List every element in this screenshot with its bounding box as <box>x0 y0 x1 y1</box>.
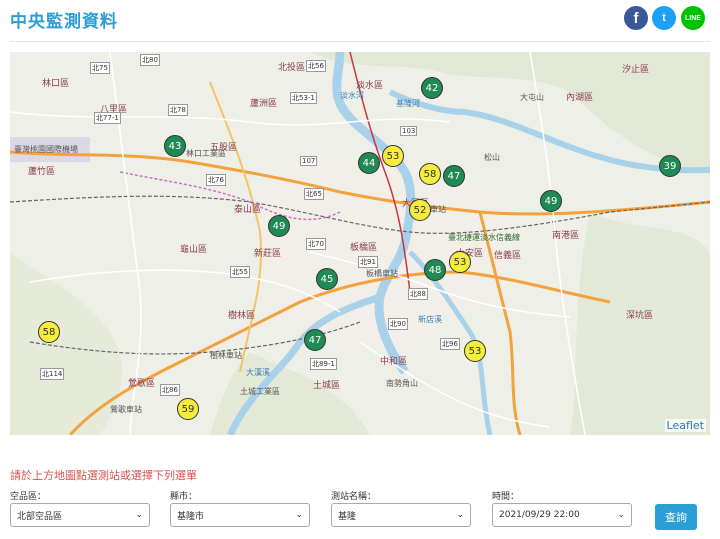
time-select[interactable]: 2021/09/29 22:00 ⌄ <box>492 503 632 527</box>
place-label: 臺北捷運淡水信義線 <box>448 233 520 242</box>
station-marker[interactable]: 48 <box>424 259 446 281</box>
station-marker[interactable]: 45 <box>316 268 338 290</box>
district-label: 汐止區 <box>622 65 650 75</box>
road-shield: 北80 <box>140 54 160 66</box>
district-label: 土城區 <box>313 381 341 391</box>
district-label: 林口區 <box>42 79 70 89</box>
district-label: 鶯歌區 <box>128 379 156 389</box>
district-label: 中和區 <box>380 357 408 367</box>
place-label: 大屯山 <box>520 93 544 102</box>
road-shield: 北90 <box>388 318 408 330</box>
station-marker[interactable]: 58 <box>38 321 60 343</box>
district-label: 蘆竹區 <box>28 167 56 177</box>
header-divider <box>10 41 710 42</box>
road-shield: 北78 <box>168 104 188 116</box>
station-marker[interactable]: 53 <box>449 251 471 273</box>
chevron-down-icon: ⌄ <box>295 510 303 520</box>
station-marker[interactable]: 47 <box>304 329 326 351</box>
time-label: 時間： <box>492 492 520 502</box>
time-select-value: 2021/09/29 22:00 <box>499 510 580 520</box>
road-shield: 北77-1 <box>94 112 121 124</box>
district-label: 龜山區 <box>180 245 208 255</box>
road-shield: 北91 <box>358 256 378 268</box>
district-label: 北投區 <box>278 63 306 73</box>
region-label: 空品區： <box>10 492 47 502</box>
river-label: 新店溪 <box>418 315 442 324</box>
station-marker[interactable]: 59 <box>177 398 199 420</box>
station-map[interactable]: 林口區 五股區 淡水區 蘆竹區 泰山區 新莊區 龜山區 樹林區 鶯歌區 土城區 … <box>10 52 710 435</box>
road-shield: 北88 <box>408 288 428 300</box>
station-marker[interactable]: 43 <box>164 135 186 157</box>
station-label: 測站名稱： <box>331 492 377 502</box>
line-icon[interactable]: LINE <box>681 6 705 30</box>
road-shield: 北96 <box>440 338 460 350</box>
page-title: 中央監測資料 <box>10 12 118 32</box>
road-shield: 北70 <box>306 238 326 250</box>
place-label: 土城工業區 <box>240 387 280 396</box>
place-label: 板橋車站 <box>366 269 398 278</box>
station-marker[interactable]: 47 <box>443 165 465 187</box>
place-label: 樹林車站 <box>210 351 242 360</box>
place-label: 松山 <box>484 153 500 162</box>
place-label: 鶯歌車站 <box>110 405 142 414</box>
district-label: 深坑區 <box>626 311 654 321</box>
station-marker[interactable]: 52 <box>409 199 431 221</box>
road-shield: 北56 <box>306 60 326 72</box>
station-select-value: 基隆 <box>338 511 357 522</box>
region-select-value: 北部空品區 <box>17 511 63 522</box>
station-select[interactable]: 基隆 ⌄ <box>331 503 471 527</box>
county-label: 縣市： <box>170 492 198 502</box>
header: 中央監測資料 f t LINE <box>0 0 720 42</box>
place-label: 臺灣桃園國際機場 <box>14 145 78 154</box>
river-label: 淡水河 <box>340 91 364 100</box>
district-label: 南港區 <box>552 231 580 241</box>
station-marker[interactable]: 49 <box>268 215 290 237</box>
district-label: 蘆洲區 <box>250 99 278 109</box>
road-shield: 北86 <box>160 384 180 396</box>
county-select[interactable]: 基隆市 ⌄ <box>170 503 310 527</box>
leaflet-attribution-link[interactable]: Leaflet <box>664 419 706 432</box>
twitter-icon[interactable]: t <box>652 6 676 30</box>
road-shield: 北76 <box>206 174 226 186</box>
road-shield: 107 <box>300 156 318 166</box>
chevron-down-icon: ⌄ <box>135 510 143 520</box>
instruction-text: 請於上方地圖點選測站或選擇下列選單 <box>10 469 197 482</box>
district-label: 信義區 <box>494 251 522 261</box>
query-button[interactable]: 查詢 <box>655 504 697 530</box>
county-select-value: 基隆市 <box>177 511 205 522</box>
road-shield: 北53-1 <box>290 92 317 104</box>
district-label: 新莊區 <box>254 249 282 259</box>
region-select[interactable]: 北部空品區 ⌄ <box>10 503 150 527</box>
road-shield: 北55 <box>230 266 250 278</box>
station-marker[interactable]: 42 <box>421 77 443 99</box>
station-marker[interactable]: 53 <box>382 145 404 167</box>
place-label: 南勢角山 <box>386 379 418 388</box>
district-label: 樹林區 <box>228 311 256 321</box>
road-shield: 北65 <box>304 188 324 200</box>
road-shield: 北89-1 <box>310 358 337 370</box>
station-marker[interactable]: 39 <box>659 155 681 177</box>
place-label: 林口工業區 <box>186 149 226 158</box>
road-shield: 103 <box>400 126 418 136</box>
station-marker[interactable]: 49 <box>540 190 562 212</box>
chevron-down-icon: ⌄ <box>456 510 464 520</box>
facebook-icon[interactable]: f <box>624 6 648 30</box>
road-shield: 北75 <box>90 62 110 74</box>
river-label: 基隆河 <box>396 99 420 108</box>
river-label: 大漢溪 <box>246 368 270 377</box>
station-marker[interactable]: 44 <box>358 152 380 174</box>
road-shield: 北114 <box>40 368 65 380</box>
chevron-down-icon: ⌄ <box>617 510 625 520</box>
district-label: 內湖區 <box>566 93 594 103</box>
station-marker[interactable]: 53 <box>464 340 486 362</box>
station-marker[interactable]: 58 <box>419 163 441 185</box>
district-label: 泰山區 <box>234 205 262 215</box>
district-label: 板橋區 <box>350 243 378 253</box>
